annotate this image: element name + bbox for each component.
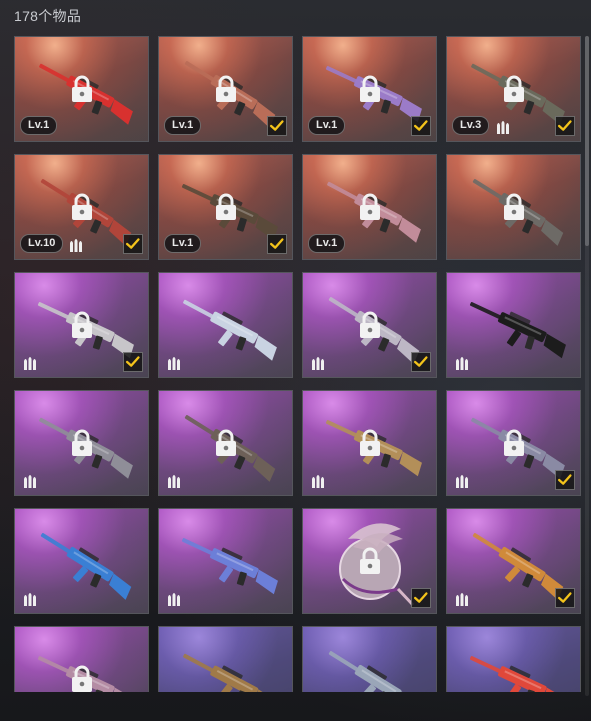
inventory-item[interactable] bbox=[14, 626, 149, 692]
lock-icon bbox=[504, 193, 524, 220]
inventory-item[interactable] bbox=[302, 272, 437, 378]
level-badge: Lv.1 bbox=[20, 116, 58, 135]
lock-icon bbox=[360, 75, 380, 102]
inventory-item[interactable] bbox=[14, 508, 149, 614]
scrollbar-thumb[interactable] bbox=[585, 36, 589, 246]
ammo-icon bbox=[312, 475, 324, 488]
item-count-label: 178个物品 bbox=[14, 8, 82, 24]
lock-icon bbox=[72, 75, 92, 102]
ammo-icon bbox=[168, 357, 180, 370]
ammo-icon bbox=[312, 357, 324, 370]
scrollbar[interactable] bbox=[585, 36, 589, 696]
check-icon bbox=[413, 592, 428, 603]
select-checkbox[interactable] bbox=[123, 234, 143, 254]
lock-icon bbox=[72, 193, 92, 220]
lock-icon bbox=[216, 75, 236, 102]
weapon-icon bbox=[469, 655, 566, 692]
inventory-item[interactable]: Lv.1 bbox=[158, 36, 293, 142]
inventory-item[interactable]: Lv.10 bbox=[14, 154, 149, 260]
check-icon bbox=[269, 120, 284, 131]
lock-icon bbox=[360, 311, 380, 338]
inventory-item[interactable]: Lv.1 bbox=[302, 154, 437, 260]
check-icon bbox=[557, 120, 572, 131]
inventory-item[interactable]: Lv.1 bbox=[158, 154, 293, 260]
lock-icon bbox=[72, 429, 92, 456]
inventory-item[interactable] bbox=[14, 390, 149, 496]
select-checkbox[interactable] bbox=[411, 588, 431, 608]
inventory-item[interactable] bbox=[158, 508, 293, 614]
inventory-item[interactable]: Lv.3 bbox=[446, 36, 581, 142]
inventory-item[interactable] bbox=[446, 272, 581, 378]
check-icon bbox=[125, 238, 140, 249]
select-checkbox[interactable] bbox=[123, 352, 143, 372]
lock-icon bbox=[360, 429, 380, 456]
ammo-icon bbox=[456, 593, 468, 606]
inventory-item[interactable] bbox=[446, 508, 581, 614]
level-badge: Lv.10 bbox=[20, 234, 64, 253]
level-badge: Lv.1 bbox=[164, 234, 202, 253]
inventory-item[interactable] bbox=[302, 626, 437, 692]
check-icon bbox=[125, 356, 140, 367]
inventory-item[interactable] bbox=[158, 626, 293, 692]
select-checkbox[interactable] bbox=[267, 234, 287, 254]
ammo-icon bbox=[24, 357, 36, 370]
level-badge: Lv.1 bbox=[164, 116, 202, 135]
inventory-item[interactable]: Lv.1 bbox=[14, 36, 149, 142]
check-icon bbox=[413, 356, 428, 367]
select-checkbox[interactable] bbox=[555, 588, 575, 608]
ammo-icon bbox=[456, 357, 468, 370]
inventory-item[interactable]: Lv.1 bbox=[302, 36, 437, 142]
check-icon bbox=[269, 238, 284, 249]
ammo-icon bbox=[24, 475, 36, 488]
level-badge: Lv.3 bbox=[452, 116, 490, 135]
ammo-icon bbox=[497, 121, 509, 134]
inventory-item[interactable] bbox=[446, 154, 581, 260]
ammo-icon bbox=[456, 475, 468, 488]
inventory-item[interactable] bbox=[446, 626, 581, 692]
check-icon bbox=[557, 474, 572, 485]
level-badge: Lv.1 bbox=[308, 116, 346, 135]
lock-icon bbox=[360, 193, 380, 220]
inventory-item[interactable] bbox=[302, 508, 437, 614]
inventory-item[interactable] bbox=[302, 390, 437, 496]
select-checkbox[interactable] bbox=[411, 352, 431, 372]
check-icon bbox=[557, 592, 572, 603]
inventory-grid: Lv.1 Lv.1 Lv.1 Lv.3 Lv.10 Lv.1 Lv.1 bbox=[14, 36, 582, 692]
lock-icon bbox=[72, 311, 92, 338]
select-checkbox[interactable] bbox=[555, 116, 575, 136]
inventory-item[interactable] bbox=[14, 272, 149, 378]
ammo-icon bbox=[168, 593, 180, 606]
weapon-icon bbox=[328, 651, 420, 692]
inventory-item[interactable] bbox=[158, 272, 293, 378]
lock-icon bbox=[504, 75, 524, 102]
ammo-icon bbox=[24, 593, 36, 606]
check-icon bbox=[413, 120, 428, 131]
weapon-icon bbox=[183, 653, 277, 692]
inventory-item[interactable] bbox=[446, 390, 581, 496]
lock-icon bbox=[216, 429, 236, 456]
select-checkbox[interactable] bbox=[555, 470, 575, 490]
lock-icon bbox=[360, 547, 380, 574]
select-checkbox[interactable] bbox=[411, 116, 431, 136]
lock-icon bbox=[504, 429, 524, 456]
lock-icon bbox=[216, 193, 236, 220]
inventory-item[interactable] bbox=[158, 390, 293, 496]
level-badge: Lv.1 bbox=[308, 234, 346, 253]
ammo-icon bbox=[168, 475, 180, 488]
lock-icon bbox=[72, 665, 92, 692]
ammo-icon bbox=[70, 239, 82, 252]
select-checkbox[interactable] bbox=[267, 116, 287, 136]
